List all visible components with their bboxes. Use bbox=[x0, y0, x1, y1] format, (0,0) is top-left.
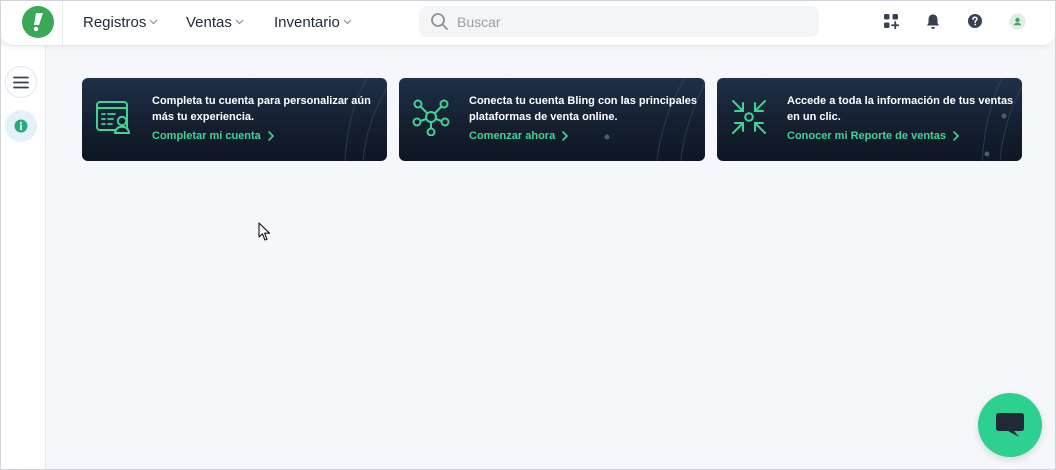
card-sales-report[interactable]: Accede a toda la información de tus vent… bbox=[717, 78, 1022, 161]
card-text: Completa tu cuenta para personalizar aún… bbox=[152, 95, 371, 123]
mouse-cursor-icon bbox=[258, 222, 271, 241]
network-hub-icon bbox=[412, 98, 450, 137]
search-bar[interactable] bbox=[419, 6, 819, 37]
chevron-down-icon bbox=[343, 19, 352, 25]
nav-registros-label: Registros bbox=[83, 13, 147, 31]
chevron-right-icon bbox=[268, 131, 274, 141]
card-text: Accede a toda la información de tus vent… bbox=[787, 95, 1014, 123]
nav-ventas-label: Ventas bbox=[186, 13, 232, 31]
card-link-label: Completar mi cuenta bbox=[152, 130, 261, 142]
info-icon[interactable] bbox=[5, 110, 37, 142]
card-connect-platforms[interactable]: Conecta tu cuenta Bling con las principa… bbox=[399, 78, 705, 161]
window-frame bbox=[0, 0, 1056, 470]
help-icon[interactable] bbox=[966, 12, 984, 30]
card-link-label: Comenzar ahora bbox=[469, 130, 556, 142]
chevron-right-icon bbox=[562, 131, 569, 141]
profile-card-icon bbox=[95, 98, 133, 136]
chevron-right-icon bbox=[953, 131, 959, 141]
left-sidebar bbox=[0, 46, 46, 470]
card-text: Conecta tu cuenta Bling con las principa… bbox=[469, 95, 697, 123]
sales-report-link[interactable]: Conocer mi Reporte de ventas bbox=[787, 130, 959, 142]
complete-account-link[interactable]: Completar mi cuenta bbox=[152, 130, 274, 142]
bling-logo-icon[interactable] bbox=[22, 6, 54, 38]
chat-bubble-icon[interactable] bbox=[978, 393, 1042, 457]
chevron-down-icon bbox=[235, 19, 244, 25]
menu-icon[interactable] bbox=[5, 66, 37, 98]
nav-ventas[interactable]: Ventas bbox=[186, 0, 244, 44]
card-complete-account[interactable]: Completa tu cuenta para personalizar aún… bbox=[82, 78, 387, 161]
header-divider bbox=[62, 0, 63, 46]
nav-registros[interactable]: Registros bbox=[83, 0, 158, 44]
avatar-icon[interactable] bbox=[1008, 12, 1026, 30]
apps-plus-icon[interactable] bbox=[882, 12, 900, 30]
top-header: Registros Ventas Inventario bbox=[0, 0, 1056, 46]
search-input[interactable] bbox=[457, 6, 807, 37]
nav-inventario-label: Inventario bbox=[274, 13, 340, 31]
start-now-link[interactable]: Comenzar ahora bbox=[469, 130, 569, 142]
chevron-down-icon bbox=[149, 19, 158, 25]
bell-icon[interactable] bbox=[924, 12, 942, 30]
card-link-label: Conocer mi Reporte de ventas bbox=[787, 130, 946, 142]
nav-inventario[interactable]: Inventario bbox=[274, 0, 352, 44]
search-icon bbox=[430, 12, 449, 36]
collapse-arrows-icon bbox=[730, 98, 768, 136]
